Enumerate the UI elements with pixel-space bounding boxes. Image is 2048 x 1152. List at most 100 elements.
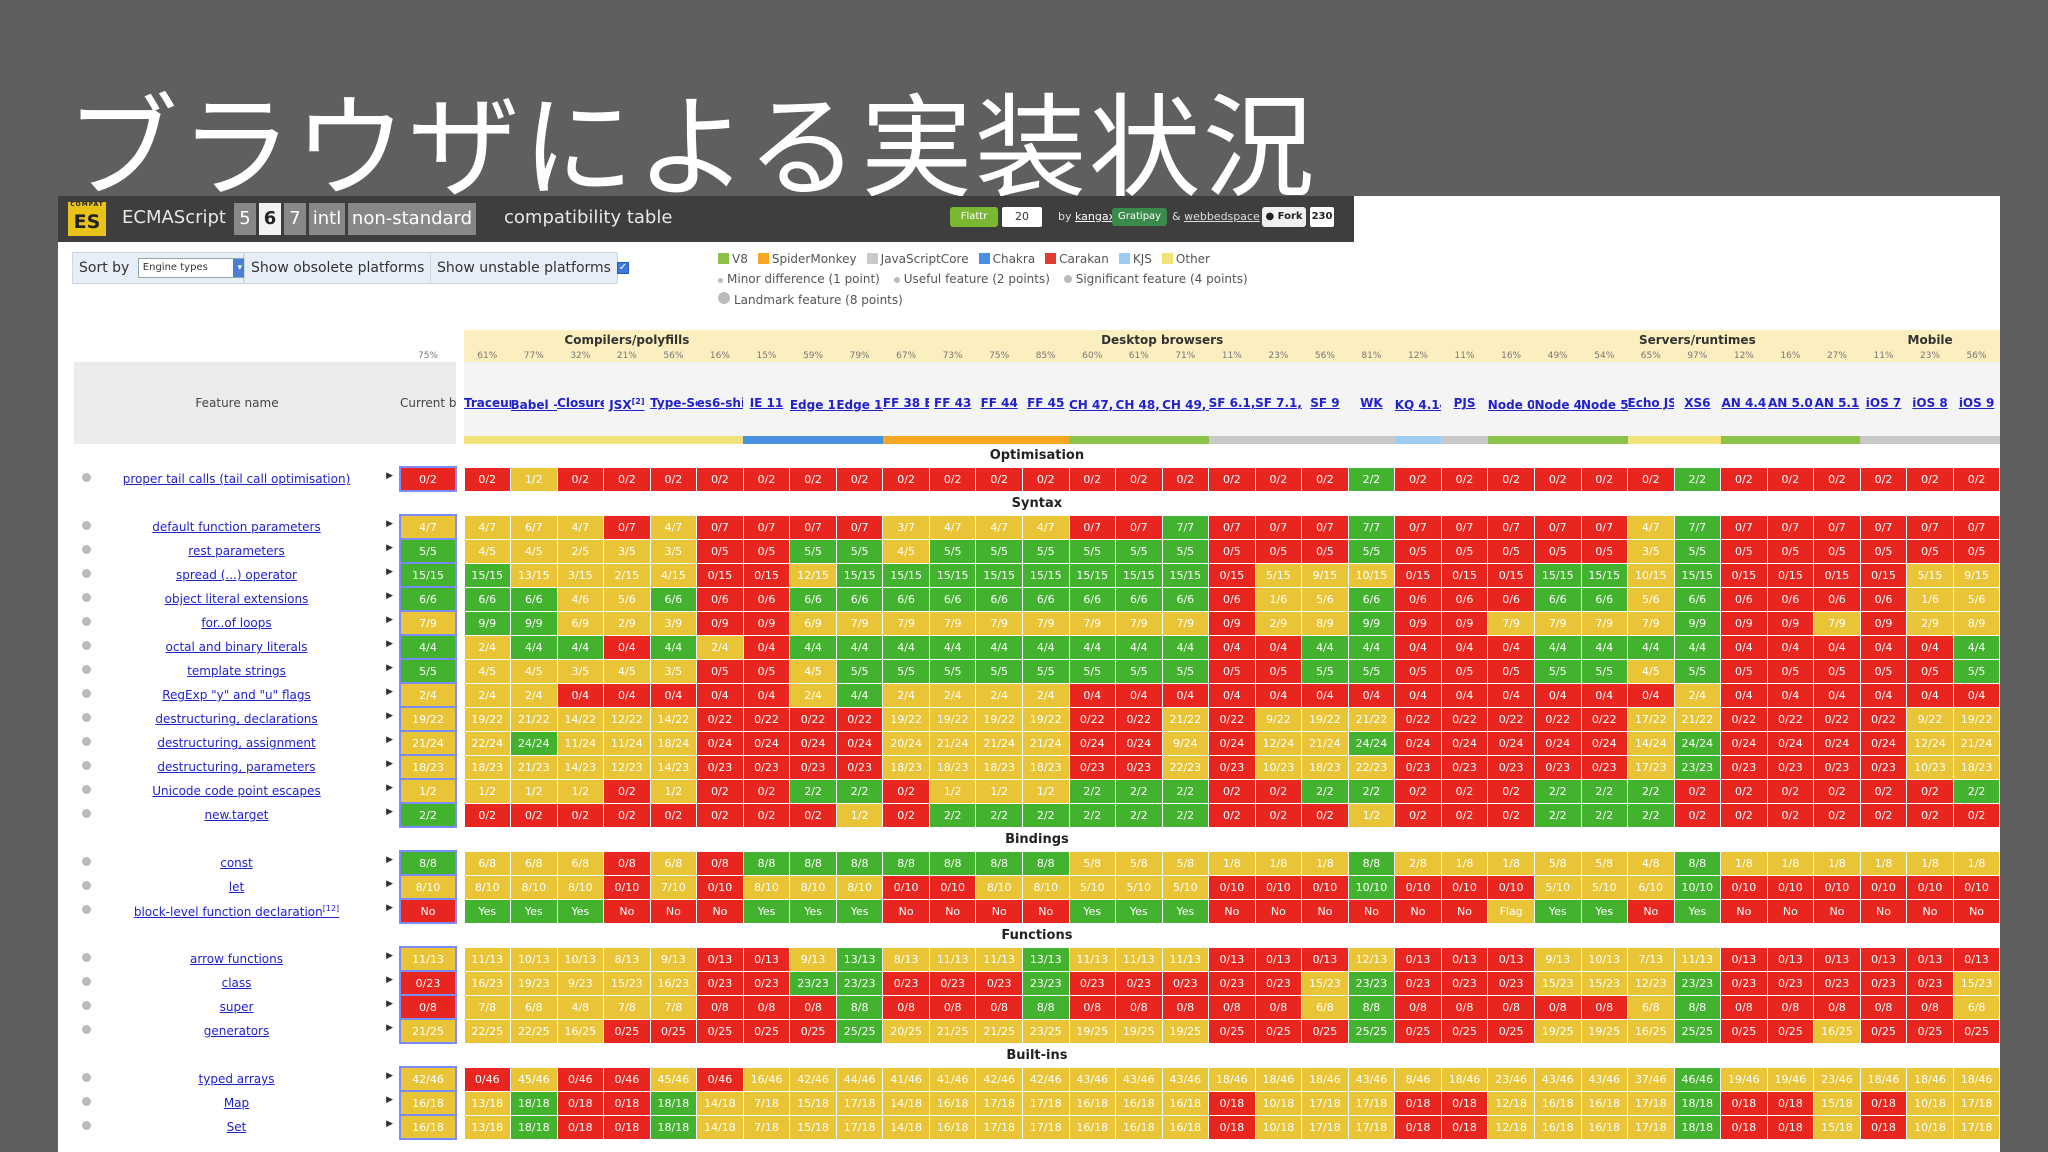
flattr-button[interactable]: Flattr <box>950 207 998 227</box>
feature-destructuring-parameters[interactable]: destructuring, parameters ▶ <box>74 755 400 779</box>
expand-triangle-icon[interactable]: ▶ <box>386 639 393 649</box>
platform-ff-44[interactable]: FF 44 <box>975 362 1023 444</box>
expand-triangle-icon[interactable]: ▶ <box>386 855 393 865</box>
platform-an-4-4[interactable]: AN 4.4 <box>1720 362 1768 444</box>
unstable-checkbox[interactable]: ✓ <box>616 262 629 274</box>
expand-triangle-icon[interactable]: ▶ <box>386 735 393 745</box>
feature-generators[interactable]: generators ▶ <box>74 1019 400 1043</box>
obsolete-toggle[interactable]: Show obsolete platforms <box>244 252 443 284</box>
github-fork-button[interactable]: ● Fork <box>1262 207 1306 227</box>
tab-non-standard[interactable]: non-standard <box>348 203 476 235</box>
feature-for-of-loops[interactable]: for..of loops ▶ <box>74 611 400 635</box>
engine-bar <box>1115 436 1163 444</box>
feature-object-literal-extensions[interactable]: object literal extensions ▶ <box>74 587 400 611</box>
tab-intl[interactable]: intl <box>309 203 345 235</box>
feature-new-target[interactable]: new.target ▶ <box>74 803 400 827</box>
platform-pjs[interactable]: PJS <box>1441 362 1488 444</box>
expand-triangle-icon[interactable]: ▶ <box>386 663 393 673</box>
platform-kq-4-14[interactable]: KQ 4.14[4] <box>1394 362 1442 444</box>
expand-triangle-icon[interactable]: ▶ <box>386 687 393 697</box>
expand-triangle-icon[interactable]: ▶ <box>386 567 393 577</box>
feature-set[interactable]: Set ▶ <box>74 1115 400 1139</box>
feature-regexp-y-and-u-flags[interactable]: RegExp "y" and "u" flags ▶ <box>74 683 400 707</box>
platform-closure[interactable]: Closure <box>557 362 604 444</box>
platform-edge-12[interactable]: Edge 12[3] <box>789 362 837 444</box>
coauthor-link[interactable]: webbedspace <box>1184 210 1260 223</box>
platform-jsx[interactable]: JSX[2] <box>603 362 651 444</box>
expand-triangle-icon[interactable]: ▶ <box>386 543 393 553</box>
platform-an-5-0[interactable]: AN 5.0 <box>1767 362 1814 444</box>
expand-triangle-icon[interactable]: ▶ <box>386 1095 393 1105</box>
platform-traceur[interactable]: Traceur <box>464 362 511 444</box>
expand-triangle-icon[interactable]: ▶ <box>386 615 393 625</box>
feature-arrow-functions[interactable]: arrow functions ▶ <box>74 947 400 971</box>
platform-node-4-0[interactable]: Node 4.0[5] <box>1534 362 1581 444</box>
tab-es5[interactable]: 5 <box>234 203 256 235</box>
platform-babel-core-js[interactable]: Babel + core-js[1] <box>510 362 558 444</box>
tab-es7[interactable]: 7 <box>284 203 306 235</box>
feature-destructuring-declarations[interactable]: destructuring, declarations ▶ <box>74 707 400 731</box>
feature-super[interactable]: super ▶ <box>74 995 400 1019</box>
expand-triangle-icon[interactable]: ▶ <box>386 711 393 721</box>
platform-sf-6-1-sf-7[interactable]: SF 6.1, SF 7 <box>1208 362 1256 444</box>
expand-triangle-icon[interactable]: ▶ <box>386 1119 393 1129</box>
gratipay-button[interactable]: Gratipay <box>1112 208 1168 226</box>
feature-name-header[interactable]: Feature name <box>74 362 400 444</box>
footnote-ref[interactable]: [12] <box>323 904 339 913</box>
expand-triangle-icon[interactable]: ▶ <box>386 783 393 793</box>
unstable-toggle[interactable]: Show unstable platforms ✓ <box>430 252 629 284</box>
platform-sf-7-1-sf-8[interactable]: SF 7.1, SF 8 <box>1255 362 1302 444</box>
tab-es6[interactable]: 6 <box>259 203 281 235</box>
platform-ios-7[interactable]: iOS 7 <box>1860 362 1907 444</box>
feature-class[interactable]: class ▶ <box>74 971 400 995</box>
expand-triangle-icon[interactable]: ▶ <box>386 999 393 1009</box>
platform-ch-47-op-34[interactable]: CH 47, OP 34[4] <box>1069 362 1116 444</box>
platform-node-0-12[interactable]: Node 0.12[5] <box>1487 362 1535 444</box>
feature-block-level-function-declaration[interactable]: block-level function declaration[12] ▶ <box>74 899 400 923</box>
expand-triangle-icon[interactable]: ▶ <box>386 759 393 769</box>
expand-triangle-icon[interactable]: ▶ <box>386 879 393 889</box>
expand-triangle-icon[interactable]: ▶ <box>386 975 393 985</box>
platform-es6-shim[interactable]: es6-shim <box>696 362 744 444</box>
feature-map[interactable]: Map ▶ <box>74 1091 400 1115</box>
feature-typed-arrays[interactable]: typed arrays ▶ <box>74 1067 400 1091</box>
feature-unicode-code-point-escapes[interactable]: Unicode code point escapes ▶ <box>74 779 400 803</box>
feature-const[interactable]: const ▶ <box>74 851 400 875</box>
sort-select[interactable]: Engine types ▾ <box>137 258 248 278</box>
feature-spread-operator[interactable]: spread (...) operator ▶ <box>74 563 400 587</box>
feature-octal-and-binary-literals[interactable]: octal and binary literals ▶ <box>74 635 400 659</box>
expand-triangle-icon[interactable]: ▶ <box>386 471 393 481</box>
platform-ff-43[interactable]: FF 43 <box>929 362 976 444</box>
platform-ie-11[interactable]: IE 11 <box>743 362 790 444</box>
expand-triangle-icon[interactable]: ▶ <box>386 903 393 913</box>
expand-triangle-icon[interactable]: ▶ <box>386 1071 393 1081</box>
platform-ff-45[interactable]: FF 45 <box>1022 362 1069 444</box>
platform-wk[interactable]: WK <box>1348 362 1395 444</box>
feature-template-strings[interactable]: template strings ▶ <box>74 659 400 683</box>
feature-proper-tail-calls-tail-call-optimisation[interactable]: proper tail calls (tail call optimisatio… <box>74 467 400 491</box>
feature-default-function-parameters[interactable]: default function parameters ▶ <box>74 515 400 539</box>
platform-ios-8[interactable]: iOS 8 <box>1906 362 1954 444</box>
feature-let[interactable]: let ▶ <box>74 875 400 899</box>
expand-triangle-icon[interactable]: ▶ <box>386 591 393 601</box>
platform-type-script-core-js[interactable]: Type-Script + core-js <box>650 362 697 444</box>
feature-destructuring-assignment[interactable]: destructuring, assignment ▶ <box>74 731 400 755</box>
feature-rest-parameters[interactable]: rest parameters ▶ <box>74 539 400 563</box>
author-link[interactable]: kangax <box>1075 210 1115 223</box>
platform-node-5-0[interactable]: Node 5.0[5] <box>1581 362 1628 444</box>
platform-xs6[interactable]: XS6 <box>1674 362 1721 444</box>
platform-ff-38-esr[interactable]: FF 38 ESR <box>882 362 930 444</box>
platform-echo-js[interactable]: Echo JS <box>1627 362 1675 444</box>
support-cell: 0/4 <box>1813 682 1861 708</box>
platform-ios-9[interactable]: iOS 9 <box>1953 362 2000 444</box>
platform-ch-49-op-36[interactable]: CH 49, OP 36[4] <box>1162 362 1209 444</box>
expand-triangle-icon[interactable]: ▶ <box>386 519 393 529</box>
platform-sf-9[interactable]: SF 9 <box>1301 362 1349 444</box>
expand-triangle-icon[interactable]: ▶ <box>386 951 393 961</box>
footnote-ref[interactable]: [2] <box>632 397 645 406</box>
platform-edge-13[interactable]: Edge 13[3] <box>836 362 883 444</box>
platform-ch-48-op-35[interactable]: CH 48, OP 35[4] <box>1115 362 1163 444</box>
platform-an-5-1[interactable]: AN 5.1 <box>1813 362 1861 444</box>
expand-triangle-icon[interactable]: ▶ <box>386 1023 393 1033</box>
expand-triangle-icon[interactable]: ▶ <box>386 807 393 817</box>
